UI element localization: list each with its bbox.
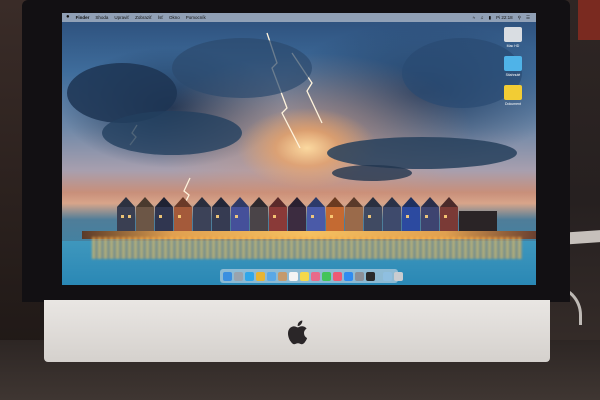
water-reflection (92, 237, 522, 259)
photos-icon[interactable] (311, 271, 320, 281)
downloads-icon[interactable] (383, 271, 392, 281)
menu-item-edit[interactable]: Upraviť (114, 13, 129, 22)
menu-item-window[interactable]: Okno (169, 13, 180, 22)
desktop-icon-label: Dokument (505, 102, 521, 106)
menu-item-finder[interactable]: Finder (76, 13, 90, 22)
safari-icon[interactable] (245, 271, 254, 281)
menu-item-help[interactable]: Pomocník (186, 13, 206, 22)
finder-icon[interactable] (223, 271, 232, 281)
document-icon (504, 85, 522, 100)
mail-icon[interactable] (267, 271, 276, 281)
desktop-icons: Mac HD Stiahnuté Dokument (498, 27, 528, 114)
desktop-icon-document[interactable]: Dokument (498, 85, 528, 106)
imac-computer: ● Finder Shoda Upraviť Zobraziť Ísť Okno… (22, 0, 570, 362)
desktop-screen[interactable]: ● Finder Shoda Upraviť Zobraziť Ísť Okno… (62, 13, 536, 285)
hard-drive-icon (504, 27, 522, 42)
launchpad-icon[interactable] (234, 271, 243, 281)
contacts-icon[interactable] (278, 271, 287, 281)
monitor-chin (44, 300, 550, 362)
chrome-icon[interactable] (256, 271, 265, 281)
desktop-icon-folder[interactable]: Stiahnuté (498, 56, 528, 77)
battery-icon[interactable]: ▮ (489, 13, 491, 22)
wifi-icon[interactable]: ≈ (473, 13, 475, 22)
volume-icon[interactable]: ♫ (480, 13, 483, 22)
desktop-icon-label: Stiahnuté (505, 73, 521, 77)
folder-icon (504, 56, 522, 71)
system-preferences-icon[interactable] (355, 271, 364, 281)
notes-icon[interactable] (300, 271, 309, 281)
app-store-icon[interactable] (344, 271, 353, 281)
row-houses (117, 197, 497, 233)
notification-icon[interactable]: ☰ (526, 13, 530, 22)
menu-item-go[interactable]: Ísť (158, 13, 163, 22)
desktop-icon-hard-drive[interactable]: Mac HD (498, 27, 528, 48)
messages-icon[interactable] (322, 271, 331, 281)
menu-bar-status: ≈ ♫ ▮ Pi 22:18 ⚲ ☰ (473, 13, 530, 22)
trash-icon[interactable] (394, 271, 403, 281)
menu-bar-clock[interactable]: Pi 22:18 (496, 13, 513, 22)
search-icon[interactable]: ⚲ (518, 13, 521, 22)
monitor-bezel: ● Finder Shoda Upraviť Zobraziť Ísť Okno… (22, 0, 570, 302)
music-icon[interactable] (333, 271, 342, 281)
menu-bar: ● Finder Shoda Upraviť Zobraziť Ísť Okno… (62, 13, 536, 22)
dock (220, 269, 403, 283)
terminal-icon[interactable] (366, 271, 375, 281)
red-object (578, 0, 600, 40)
menu-item-view[interactable]: Zobraziť (135, 13, 152, 22)
apple-logo-icon (288, 320, 308, 345)
menu-item-file[interactable]: Shoda (95, 13, 108, 22)
calendar-icon[interactable] (289, 271, 298, 281)
apple-menu-icon[interactable]: ● (66, 13, 70, 22)
desktop-icon-label: Mac HD (506, 44, 520, 48)
